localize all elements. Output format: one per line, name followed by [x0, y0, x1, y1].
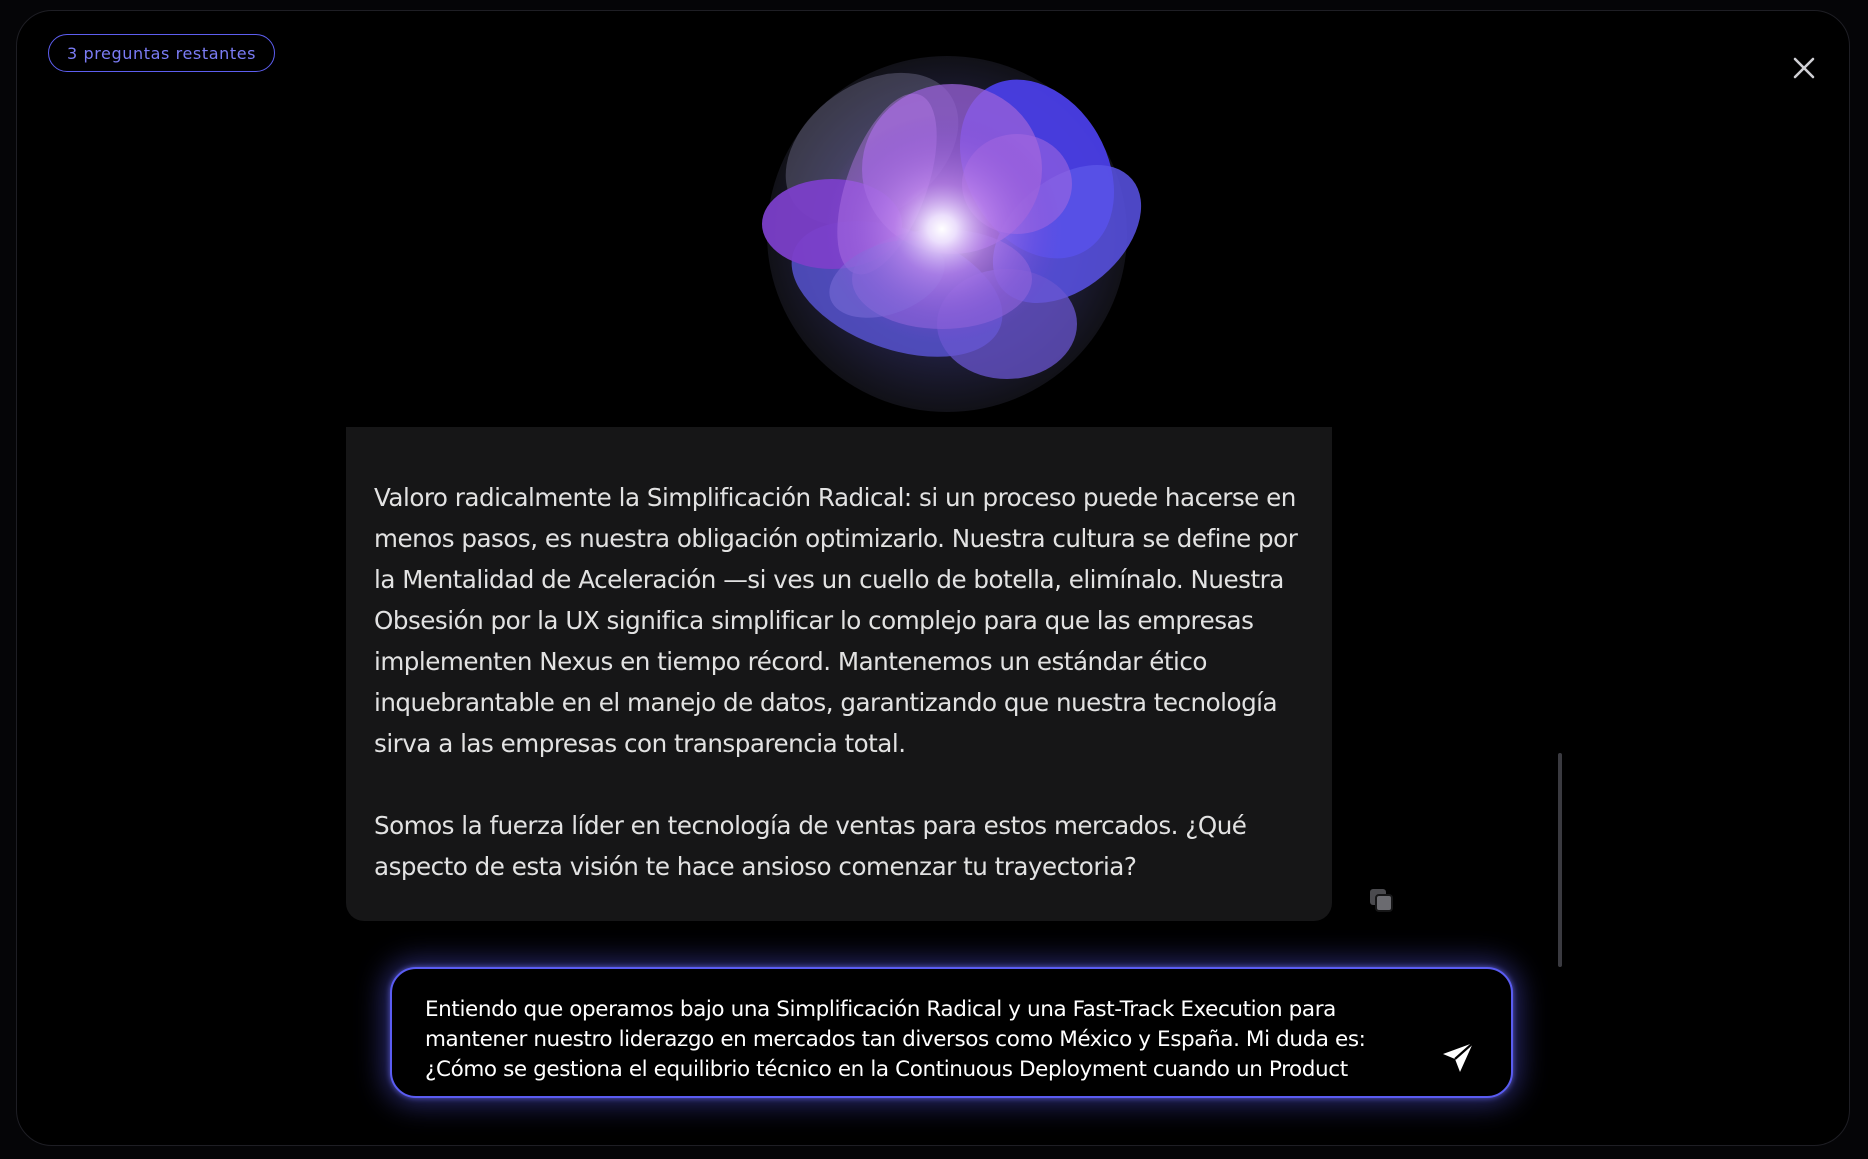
close-button[interactable]: [1787, 51, 1821, 85]
chat-modal: 3 preguntas restantes Valoro radicalment…: [16, 10, 1850, 1146]
close-icon: [1793, 57, 1815, 79]
assistant-message-bubble: Valoro radicalmente la Simplificación Ra…: [346, 427, 1332, 921]
message-input[interactable]: Entiendo que operamos bajo una Simplific…: [390, 967, 1513, 1098]
send-button[interactable]: [1439, 1039, 1477, 1077]
scrollbar[interactable]: [1558, 753, 1562, 967]
message-input-text[interactable]: Entiendo que operamos bajo una Simplific…: [425, 995, 1385, 1085]
remaining-questions-badge: 3 preguntas restantes: [48, 34, 276, 72]
message-paragraph-1: Valoro radicalmente la Simplificación Ra…: [374, 483, 1298, 758]
ai-orb: [737, 39, 1147, 429]
copy-icon: [1370, 889, 1393, 912]
copy-button[interactable]: [1367, 886, 1397, 916]
send-icon: [1443, 1042, 1474, 1072]
message-paragraph-2: Somos la fuerza líder en tecnología de v…: [374, 811, 1247, 881]
